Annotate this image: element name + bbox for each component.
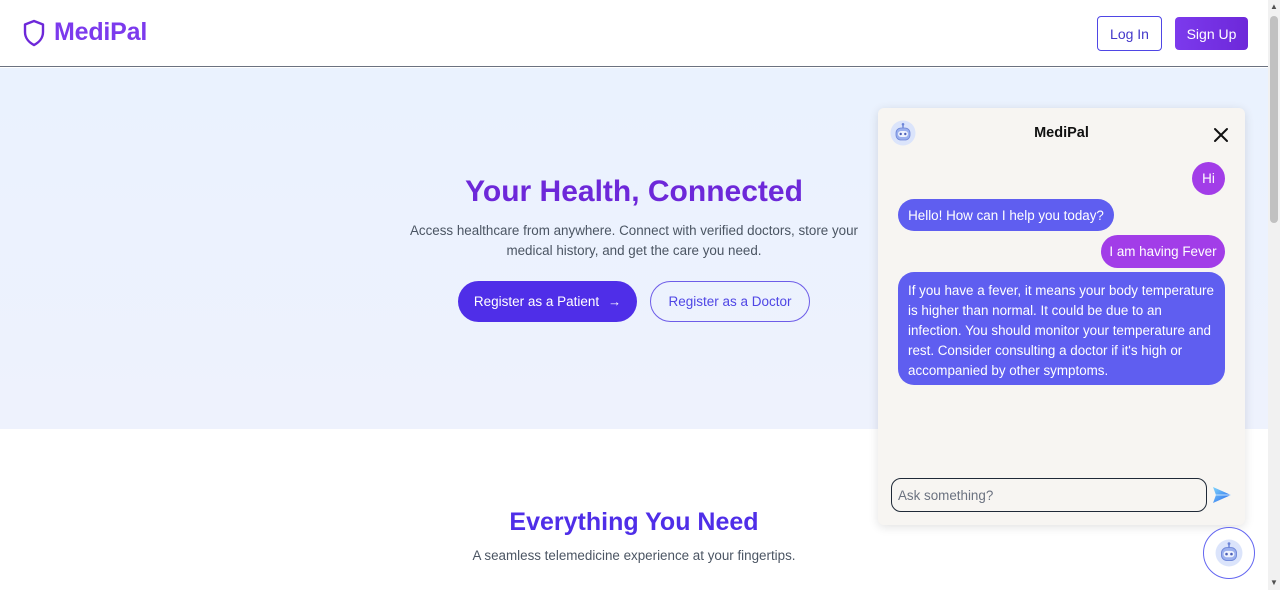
chat-message-bot: If you have a fever, it means your body … (898, 272, 1225, 385)
arrow-right-icon: → (608, 294, 622, 309)
scroll-up-arrow-icon[interactable]: ▲ (1268, 0, 1280, 14)
shield-icon (23, 19, 45, 46)
chat-title: MediPal (1034, 125, 1089, 141)
scrollbar-thumb[interactable] (1270, 16, 1278, 223)
chatbot-toggle-button[interactable] (1203, 527, 1255, 579)
register-patient-button[interactable]: Register as a Patient → (458, 281, 637, 322)
brand-logo[interactable]: MediPal (22, 18, 147, 47)
chat-message-bot: Hello! How can I help you today? (898, 199, 1114, 231)
page-scrollbar[interactable]: ▲ ▼ (1268, 0, 1280, 590)
chat-input[interactable] (891, 478, 1207, 512)
hero-description: Access healthcare from anywhere. Connect… (409, 223, 859, 258)
chatbot-panel: MediPal Hi Hello! How can I help you tod… (878, 108, 1245, 525)
register-patient-label: Register as a Patient (473, 294, 600, 309)
close-icon[interactable] (1211, 125, 1231, 145)
send-icon[interactable] (1211, 484, 1233, 506)
chat-message-user: I am having Fever (1101, 235, 1225, 268)
register-doctor-button[interactable]: Register as a Doctor (650, 281, 810, 322)
login-button[interactable]: Log In (1097, 16, 1162, 51)
top-navbar: MediPal Log In Sign Up (0, 0, 1268, 67)
chat-message-user: Hi (1192, 162, 1225, 195)
signup-button[interactable]: Sign Up (1175, 17, 1248, 50)
robot-icon (1215, 539, 1243, 567)
brand-name: MediPal (54, 18, 148, 46)
features-subtitle: A seamless telemedicine experience at yo… (472, 548, 796, 563)
scroll-down-arrow-icon[interactable]: ▼ (1268, 576, 1280, 590)
